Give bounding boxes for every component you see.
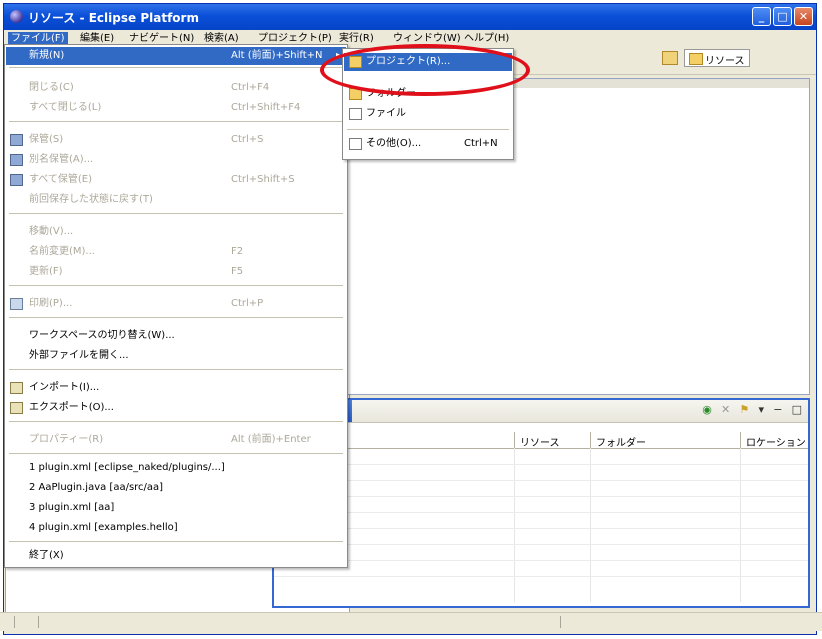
recent-file-1[interactable]: 1 plugin.xml [eclipse_naked/plugins/...]: [6, 459, 346, 477]
problems-view: ◉ ✕ ⚑ ▾ − □ リソース フォルダー ロケーション: [272, 398, 810, 608]
menu-item-refresh[interactable]: 更新(F) F5: [6, 263, 346, 281]
menu-item-label: 前回保存した状態に戻す(T): [29, 194, 153, 205]
import-icon: [10, 382, 23, 394]
title-bar: リソース - Eclipse Platform _ □ ✕: [4, 4, 816, 30]
menu-item-label: 4 plugin.xml [examples.hello]: [29, 522, 178, 533]
annotation-circle: [320, 44, 530, 96]
recent-file-4[interactable]: 4 plugin.xml [examples.hello]: [6, 519, 346, 537]
menu-item-label: 3 plugin.xml [aa]: [29, 502, 115, 513]
shortcut-label: F5: [231, 266, 244, 277]
perspective-resource-button[interactable]: リソース: [684, 49, 750, 67]
menu-item-label: 印刷(P)...: [29, 298, 73, 309]
table-header: リソース フォルダー ロケーション: [274, 432, 808, 449]
shortcut-label: Alt (前面)+Enter: [231, 434, 311, 445]
menu-item-print[interactable]: 印刷(P)... Ctrl+P: [6, 295, 346, 313]
menu-item-label: 2 AaPlugin.java [aa/src/aa]: [29, 482, 164, 493]
menu-item-move[interactable]: 移動(V)...: [6, 223, 346, 241]
menu-item-save-as[interactable]: 別名保管(A)...: [6, 151, 346, 169]
menu-item-label: 更新(F): [29, 266, 63, 277]
shortcut-label: F2: [231, 246, 244, 257]
menu-item-import[interactable]: インポート(I)...: [6, 379, 346, 397]
menu-item-save-all[interactable]: すべて保管(E) Ctrl+Shift+S: [6, 171, 346, 189]
shortcut-label: Ctrl+F4: [231, 82, 270, 93]
menu-item-label: すべて閉じる(L): [29, 102, 102, 113]
shortcut-label: Ctrl+Shift+S: [231, 174, 295, 185]
recent-file-2[interactable]: 2 AaPlugin.java [aa/src/aa]: [6, 479, 346, 497]
window-title: リソース - Eclipse Platform: [28, 11, 199, 25]
menu-item-label: 1 plugin.xml [eclipse_naked/plugins/...]: [29, 462, 225, 473]
column-resource[interactable]: リソース: [520, 434, 560, 449]
minimize-view-icon[interactable]: −: [773, 403, 782, 416]
menu-item-label: ファイル: [366, 108, 406, 119]
column-folder[interactable]: フォルダー: [596, 434, 646, 449]
menu-item-export[interactable]: エクスポート(O)...: [6, 399, 346, 417]
submenu-item-other[interactable]: その他(O)... Ctrl+N: [344, 135, 512, 153]
problems-table: リソース フォルダー ロケーション: [274, 432, 808, 602]
view-menu-icon[interactable]: ▾: [758, 403, 764, 416]
filter-icon[interactable]: ⚑: [739, 403, 749, 416]
menu-item-switch-workspace[interactable]: ワークスペースの切り替え(W)...: [6, 327, 346, 345]
menu-item-label: 移動(V)...: [29, 226, 74, 237]
close-button[interactable]: ✕: [794, 7, 813, 26]
menu-item-label: エクスポート(O)...: [29, 402, 114, 413]
menu-item-label: 名前変更(M)...: [29, 246, 95, 257]
export-icon: [10, 402, 23, 414]
file-icon: [349, 108, 362, 120]
shortcut-label: Ctrl+Shift+F4: [231, 102, 301, 113]
shortcut-label: Ctrl+P: [231, 298, 264, 309]
folder-icon: [689, 53, 703, 65]
shortcut-label: Ctrl+S: [231, 134, 264, 145]
save-as-icon: [10, 154, 23, 166]
menu-help[interactable]: ヘルプ(H): [461, 32, 512, 46]
menu-item-revert[interactable]: 前回保存した状態に戻す(T): [6, 191, 346, 209]
perspective-switcher: リソース: [640, 49, 750, 67]
menu-item-close-all[interactable]: すべて閉じる(L) Ctrl+Shift+F4: [6, 99, 346, 117]
maximize-view-icon[interactable]: □: [792, 403, 802, 416]
shortcut-label: Ctrl+N: [464, 138, 498, 149]
recent-file-3[interactable]: 3 plugin.xml [aa]: [6, 499, 346, 517]
menu-item-label: 閉じる(C): [29, 82, 74, 93]
menu-item-new[interactable]: 新規(N) Alt (前面)+Shift+N ▶: [6, 47, 346, 65]
go-to-icon[interactable]: ◉: [702, 403, 712, 416]
save-all-icon: [10, 174, 23, 186]
eclipse-app-icon: [10, 10, 23, 23]
shortcut-label: Alt (前面)+Shift+N: [231, 50, 323, 61]
status-bar: [0, 612, 822, 631]
menu-item-label: 保管(S): [29, 134, 64, 145]
view-toolbar: ◉ ✕ ⚑ ▾ − □: [696, 403, 802, 419]
column-location[interactable]: ロケーション: [746, 434, 806, 449]
menu-item-close[interactable]: 閉じる(C) Ctrl+F4: [6, 79, 346, 97]
menu-item-save[interactable]: 保管(S) Ctrl+S: [6, 131, 346, 149]
submenu-item-file[interactable]: ファイル: [344, 105, 512, 123]
menu-item-label: その他(O)...: [366, 138, 422, 149]
printer-icon: [10, 298, 23, 310]
delete-icon[interactable]: ✕: [721, 403, 730, 416]
menu-item-label: インポート(I)...: [29, 382, 100, 393]
menu-item-exit[interactable]: 終了(X): [6, 547, 346, 565]
save-icon: [10, 134, 23, 146]
menu-item-properties[interactable]: プロパティー(R) Alt (前面)+Enter: [6, 431, 346, 449]
menu-item-open-external[interactable]: 外部ファイルを開く...: [6, 347, 346, 365]
file-menu: 新規(N) Alt (前面)+Shift+N ▶ 閉じる(C) Ctrl+F4 …: [4, 44, 348, 568]
menu-item-rename[interactable]: 名前変更(M)... F2: [6, 243, 346, 261]
minimize-button[interactable]: _: [752, 7, 771, 26]
menu-item-label: 外部ファイルを開く...: [29, 350, 129, 361]
menu-item-label: すべて保管(E): [29, 174, 93, 185]
open-perspective-icon[interactable]: [662, 51, 678, 65]
menu-item-label: 終了(X): [29, 550, 64, 561]
menu-item-label: 別名保管(A)...: [29, 154, 94, 165]
menu-item-label: ワークスペースの切り替え(W)...: [29, 330, 175, 341]
menu-item-label: プロパティー(R): [29, 434, 104, 445]
problems-view-header: ◉ ✕ ⚑ ▾ − □: [274, 400, 808, 423]
other-wizard-icon: [349, 138, 362, 150]
menu-item-label: 新規(N): [29, 50, 65, 61]
maximize-button[interactable]: □: [773, 7, 792, 26]
perspective-label: リソース: [705, 56, 745, 67]
